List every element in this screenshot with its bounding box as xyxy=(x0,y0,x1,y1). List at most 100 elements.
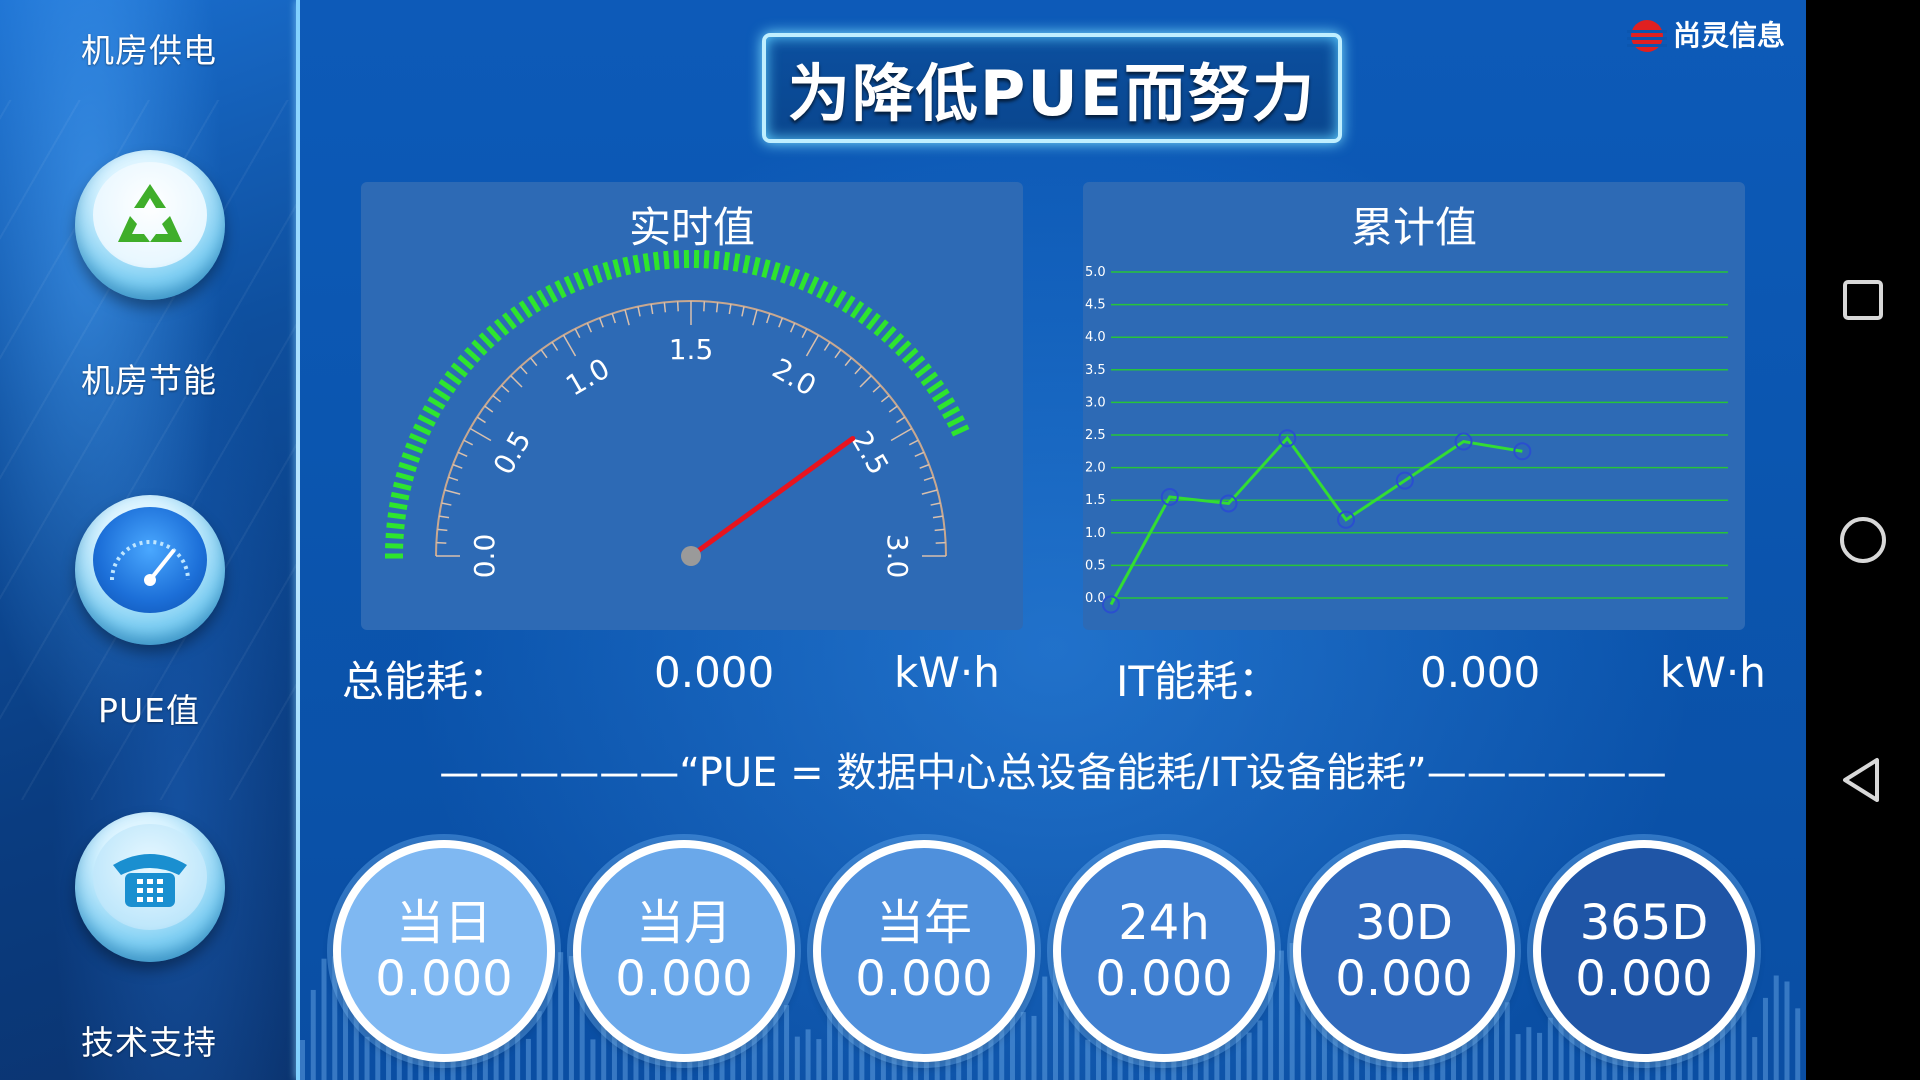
gauge-green-arc-tick xyxy=(941,406,961,420)
gauge-green-arc-tick xyxy=(398,461,417,473)
gauge-green-arc-tick xyxy=(390,491,410,501)
gauge-icon xyxy=(93,507,207,613)
gauge-green-arc-tick xyxy=(478,332,495,349)
sidebar-item-pue[interactable] xyxy=(75,495,225,645)
gauge-scale-tick xyxy=(492,394,502,403)
decorative-bar xyxy=(1246,1032,1252,1080)
gauge-scale-tick xyxy=(551,341,559,351)
sidebar-item-energy-saving-label[interactable]: 机房节能 xyxy=(0,354,298,402)
period-24h-button[interactable]: 24h 0.000 xyxy=(1053,840,1275,1062)
gauge-green-arc-tick xyxy=(780,265,791,284)
total-energy-label: 总能耗： xyxy=(342,657,511,706)
decorative-bar xyxy=(321,958,327,1080)
gauge-scale-tick xyxy=(448,476,459,482)
gauge-green-arc-tick xyxy=(510,306,525,324)
gauge-scale-tick xyxy=(888,405,898,413)
gauge-green-arc-tick xyxy=(457,354,475,371)
gauge-green-arc-tick xyxy=(914,363,932,379)
gauge-green-arc-tick xyxy=(413,423,432,436)
gauge-scale-tick xyxy=(500,384,510,393)
decorative-bar xyxy=(364,1036,370,1080)
gauge-green-arc-tick xyxy=(742,254,751,274)
sidebar-item-power-label[interactable]: 机房供电 xyxy=(0,24,298,72)
sidebar-item-pue-label[interactable]: PUE值 xyxy=(0,684,298,732)
gauge-green-arc-tick xyxy=(388,502,408,511)
period-value: 0.000 xyxy=(1335,951,1473,1007)
gauge-green-arc-tick xyxy=(798,272,810,291)
home-circle-icon[interactable] xyxy=(1839,516,1887,564)
gauge-scale-tick xyxy=(930,502,941,506)
gauge-scale-tick xyxy=(436,541,447,544)
gauge-green-arc-tick xyxy=(417,414,436,427)
gauge-green-arc-tick xyxy=(395,471,415,482)
sidebar-item-energy-saving[interactable] xyxy=(75,150,225,300)
gauge-green-arc-tick xyxy=(807,276,820,295)
period-label: 当月 xyxy=(635,895,732,951)
gauge-scale-tick xyxy=(624,309,630,326)
gauge-green-arc-tick xyxy=(841,295,856,314)
period-month-button[interactable]: 当月 0.000 xyxy=(573,840,795,1062)
gauge-scale-tick xyxy=(801,328,808,339)
gauge-green-arc-tick xyxy=(761,259,771,278)
decorative-bar xyxy=(1784,981,1790,1080)
gauge-scale-tick xyxy=(921,489,938,495)
gauge-scale-tick xyxy=(469,427,492,442)
gauge-green-arc-tick xyxy=(816,280,829,299)
gauge-green-arc-tick xyxy=(387,512,406,520)
gauge-green-arc-tick xyxy=(401,452,421,463)
sidebar-item-support[interactable] xyxy=(75,812,225,962)
gauge-scale-tick xyxy=(854,365,863,375)
gauge-scale-tick xyxy=(914,451,925,458)
gauge-green-arc-tick xyxy=(536,289,550,308)
realtime-panel: 实时值 0.0 0.5 1.0 1.5 2.0 2.5 3.0 xyxy=(361,182,1023,630)
decorative-bar xyxy=(1547,1017,1553,1080)
decorative-bar xyxy=(525,1038,531,1080)
gauge-green-arc-tick xyxy=(438,378,457,394)
gauge-scale-tick xyxy=(441,502,452,506)
gauge-green-arc-tick xyxy=(663,250,670,270)
period-year-button[interactable]: 当年 0.000 xyxy=(813,840,1035,1062)
gauge-scale-tick xyxy=(859,375,872,388)
recents-square-icon[interactable] xyxy=(1839,276,1887,324)
decorative-bar xyxy=(515,1030,521,1080)
chart-y-tick-label: 4.5 xyxy=(1085,298,1106,313)
gauge-scale-tick xyxy=(752,309,758,326)
gauge-green-arc-tick xyxy=(464,346,481,363)
gauge-green-arc-tick xyxy=(858,306,873,325)
gauge-needle xyxy=(688,435,856,559)
gauge-green-arc-tick xyxy=(602,261,613,281)
gauge-scale-tick xyxy=(805,334,820,357)
period-365d-button[interactable]: 365D 0.000 xyxy=(1533,840,1755,1062)
gauge-green-arc-tick xyxy=(632,254,641,274)
decorative-bar xyxy=(1278,950,1284,1080)
pue-formula: ——————“PUE = 数据中心总设备能耗/IT设备能耗”—————— xyxy=(439,750,1667,796)
gauge-green-arc-tick xyxy=(450,362,468,378)
gauge-tick-label: 1.0 xyxy=(560,352,615,403)
decorative-bar xyxy=(353,1015,359,1080)
gauge-scale-tick xyxy=(484,405,494,413)
period-value: 0.000 xyxy=(1575,951,1713,1007)
gauge-scale-tick xyxy=(519,365,528,375)
gauge-green-arc-tick xyxy=(849,300,865,319)
gauge-scale-tick xyxy=(789,322,796,333)
decorative-bar xyxy=(1042,976,1048,1080)
gauge-green-arc-tick xyxy=(931,388,950,403)
gauge-green-arc-tick xyxy=(563,275,576,295)
gauge-green-arc-tick xyxy=(873,319,889,337)
period-value: 0.000 xyxy=(615,951,753,1007)
sidebar-item-support-label[interactable]: 技术支持 xyxy=(0,1016,298,1064)
period-today-button[interactable]: 当日 0.000 xyxy=(333,840,555,1062)
gauge-scale-tick xyxy=(650,304,654,315)
gauge-green-arc-tick xyxy=(824,285,838,304)
period-30d-button[interactable]: 30D 0.000 xyxy=(1293,840,1515,1062)
back-triangle-icon[interactable] xyxy=(1839,756,1887,804)
gauge-green-arc-tick xyxy=(722,251,731,271)
gauge-green-arc-tick xyxy=(652,251,660,271)
gauge-green-arc-tick xyxy=(582,268,594,287)
gauge-green-arc-tick xyxy=(789,268,801,288)
decorative-bar xyxy=(1235,1029,1241,1080)
decorative-bar xyxy=(1268,981,1274,1080)
gauge-green-arc-tick xyxy=(385,543,404,549)
gauge-green-arc-tick xyxy=(908,355,926,371)
brand-logo: 尚灵信息 xyxy=(1625,12,1785,56)
